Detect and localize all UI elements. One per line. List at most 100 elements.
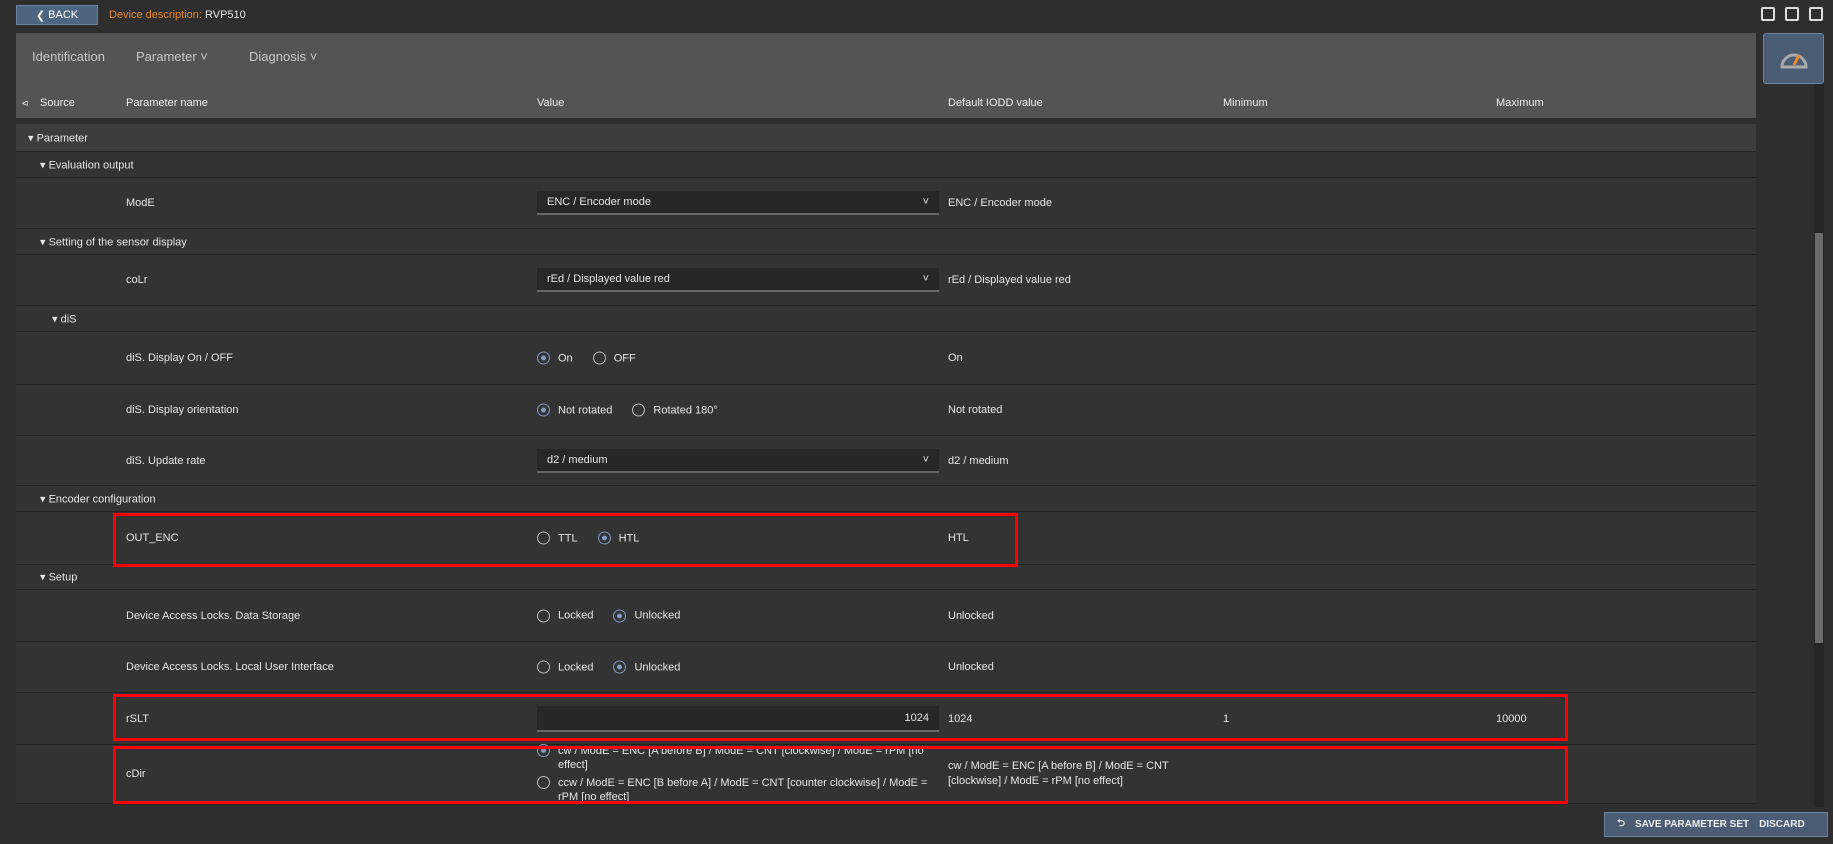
speedometer-icon [1779, 53, 1808, 68]
radio-label[interactable]: Rotated 180° [653, 404, 717, 416]
footer-actions: ⮌ SAVE PARAMETER SET DISCARD [1604, 812, 1828, 837]
table-row: diS. Display On / OFFOnOFFOn? [16, 332, 1756, 385]
save-parameter-set-button[interactable]: SAVE PARAMETER SET [1635, 819, 1749, 830]
radio-off[interactable] [592, 351, 606, 365]
radio-label[interactable]: Unlocked [634, 661, 680, 673]
triangle-down-icon: ▾ [40, 571, 49, 584]
tab-identification[interactable]: Identification [32, 49, 105, 64]
discard-button[interactable]: DISCARD [1759, 819, 1805, 830]
highlight-box [113, 746, 1568, 804]
parameter-name: ModE [126, 197, 155, 209]
triangle-down-icon: ▾ [40, 159, 49, 171]
triangle-down-icon: ▾ [40, 493, 49, 505]
table-row: diS. Display orientation Not rotated Rotat… [16, 385, 1756, 436]
highlight-box [113, 513, 1018, 567]
default-value: Unlocked [948, 661, 994, 673]
group-label: Setting of the sensor display [48, 236, 187, 248]
triangle-down-icon: ▾ [52, 313, 61, 325]
radio-on[interactable] [537, 351, 550, 365]
group-row: ▾ Setup [16, 565, 1756, 590]
parameter-table: ▾ Parameter ▾ Evaluation output ModE ENC / … [16, 120, 1756, 810]
device-description: Device description: RVP510 [109, 9, 246, 21]
group-row: ▾ Parameter [16, 124, 1756, 152]
col-value[interactable]: Value [537, 97, 564, 109]
group-header[interactable]: ▾ diS [52, 312, 76, 325]
radio-rotated-180-[interactable] [632, 403, 646, 417]
undo-icon[interactable]: ⮌ [1617, 816, 1625, 833]
collapse-all-icon[interactable]: ⪦ [22, 97, 28, 110]
chevron-down-icon: ˅ [922, 453, 929, 466]
group-row: ▾ Encoder configuration [16, 486, 1756, 512]
parameter-name: diS. Display On / OFF [126, 352, 233, 364]
group-row: ▾ diS [16, 306, 1756, 332]
radio-label[interactable]: On [558, 352, 573, 364]
select-value: d2 / medium [547, 453, 608, 466]
radio-unlocked[interactable] [613, 609, 627, 622]
table-row: ModE ENC / Encoder mode ˅ ENC / Encoder mod… [16, 178, 1756, 229]
group-header[interactable]: ▾ Evaluation output [40, 158, 134, 171]
select-value: rEd / Displayed value red [547, 273, 670, 285]
default-value: rEd / Displayed value red [948, 274, 1071, 286]
scrollbar-thumb[interactable] [1815, 233, 1823, 643]
col-minimum[interactable]: Minimum [1223, 97, 1268, 109]
radio-label[interactable]: Unlocked [634, 610, 680, 622]
parameter-name: Device Access Locks. Local User Interfac… [126, 661, 334, 673]
radio-group: Locked Unlocked [537, 660, 692, 674]
table-row: coLr rEd / Displayed value red ˅ rEd / Disp… [16, 255, 1756, 306]
tab-diagnosis[interactable]: Diagnosis ˅ [249, 49, 317, 64]
tab-parameter[interactable]: Parameter ˅ [136, 49, 208, 64]
default-value: d2 / medium [948, 454, 1009, 467]
radio-locked[interactable] [537, 660, 550, 674]
radio-group: On OFF [537, 351, 648, 365]
value-select[interactable]: ENC / Encoder mode ˅ [537, 191, 939, 215]
toolbar [1761, 7, 1823, 21]
group-row: ▾ Setting of the sensor display [16, 229, 1756, 255]
col-default[interactable]: Default IODD value [948, 97, 1043, 109]
radio-group: Not rotated Rotated 180° [537, 403, 730, 417]
parameter-name: coLr [126, 274, 148, 286]
group-label: Setup [48, 571, 78, 584]
col-maximum[interactable]: Maximum [1496, 97, 1544, 109]
xml-export-icon[interactable] [1785, 7, 1799, 21]
parameter-name: diS. Display orientation [126, 404, 239, 416]
col-source[interactable]: Source [40, 97, 75, 109]
group-header[interactable]: ▾ Parameter [28, 131, 88, 144]
radio-label[interactable]: Locked [558, 661, 593, 673]
copy-icon[interactable] [1761, 7, 1775, 21]
chevron-left-icon: ❮ [35, 9, 49, 22]
default-value: Not rotated [948, 404, 1003, 416]
table-row: Device Access Locks. Local User Interfac… [16, 642, 1756, 693]
back-button[interactable]: ❮ BACK [16, 5, 98, 25]
radio-label[interactable]: Locked [558, 610, 593, 622]
group-row: ▾ Evaluation output [16, 152, 1756, 178]
print-icon[interactable] [1809, 7, 1823, 21]
triangle-down-icon: ▾ [40, 236, 49, 248]
radio-not-rotated[interactable] [537, 403, 550, 417]
group-header[interactable]: ▾ Setup [40, 571, 77, 584]
chevron-down-icon: ˅ [922, 196, 929, 208]
radio-unlocked[interactable] [613, 660, 627, 674]
triangle-down-icon: ▾ [28, 132, 37, 144]
group-header[interactable]: ▾ Setting of the sensor display [40, 235, 187, 248]
default-value: Unlocked [948, 609, 994, 622]
value-select[interactable]: rEd / Displayed value red ˅ [537, 268, 939, 292]
table-row: diS. Update rated2 / medium˅d2 / medium? [16, 436, 1756, 486]
default-value: On [948, 352, 963, 364]
group-label: Encoder configuration [48, 493, 156, 505]
radio-group: Locked Unlocked [537, 609, 692, 622]
group-label: Parameter [36, 132, 88, 144]
radio-label[interactable]: Not rotated [558, 404, 612, 416]
default-value: ENC / Encoder mode [948, 197, 1052, 209]
select-value: ENC / Encoder mode [547, 196, 651, 208]
radio-label[interactable]: OFF [614, 352, 636, 364]
group-label: Evaluation output [48, 159, 134, 171]
gauge-button[interactable] [1763, 33, 1824, 84]
value-select[interactable]: d2 / medium ˅ [537, 448, 939, 473]
parameter-name: Device Access Locks. Data Storage [126, 609, 301, 622]
chevron-down-icon: ˅ [922, 273, 929, 285]
col-parameter-name[interactable]: Parameter name [126, 97, 208, 109]
group-header[interactable]: ▾ Encoder configuration [40, 492, 156, 505]
radio-locked[interactable] [537, 609, 550, 622]
parameter-name: diS. Update rate [126, 454, 206, 467]
group-label: diS [60, 313, 77, 325]
